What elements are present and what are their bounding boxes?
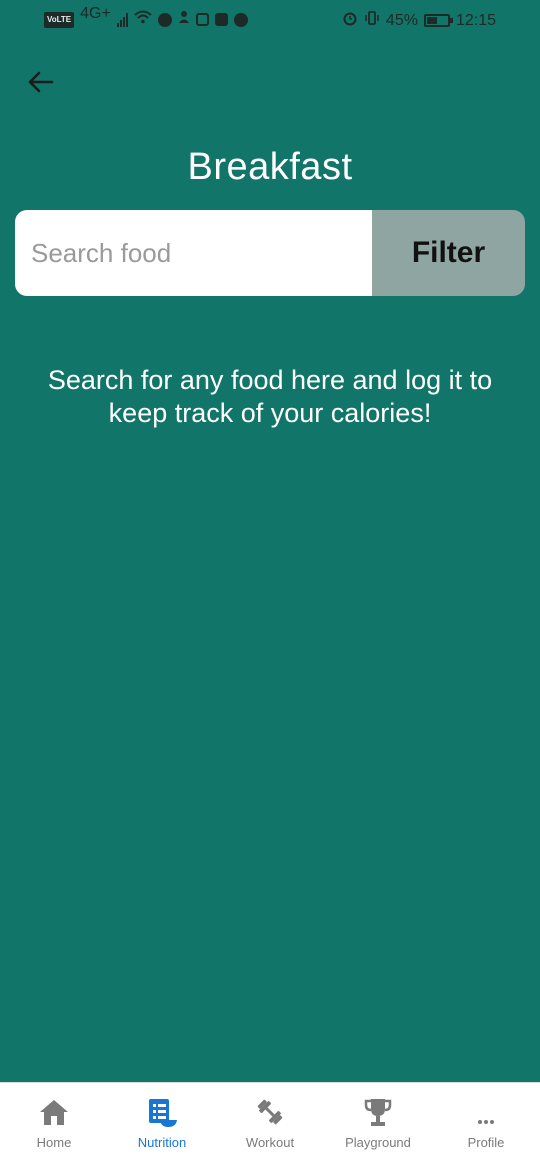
nav-item-home[interactable]: Home (0, 1083, 108, 1156)
nav-label-playground: Playground (345, 1135, 411, 1150)
volte-badge: VoLTE (44, 11, 75, 28)
nav-label-nutrition: Nutrition (137, 1135, 187, 1150)
nav-label-home: Home (36, 1135, 72, 1150)
instagram-icon (195, 13, 209, 26)
status-right: 45% 12:15 (342, 10, 496, 31)
nav-label-workout: Workout (245, 1135, 295, 1150)
nav-item-profile[interactable]: Profile (432, 1083, 540, 1156)
clock: 12:15 (455, 11, 496, 29)
status-left: VoLTE 4G+ (44, 5, 248, 29)
battery-icon (423, 14, 453, 27)
nutrition-icon (145, 1095, 179, 1129)
empty-state-hint: Search for any food here and log it to k… (47, 365, 493, 428)
linkedin-icon (214, 13, 228, 26)
more-icon (469, 1095, 503, 1129)
trophy-icon (361, 1095, 395, 1129)
back-button[interactable] (20, 62, 60, 102)
nav-item-nutrition[interactable]: Nutrition (108, 1083, 216, 1156)
vibrate-icon (364, 10, 380, 31)
network-type: 4G+ (80, 4, 111, 22)
page-title: Breakfast (187, 146, 353, 188)
signal-icon (116, 12, 128, 27)
dumbbell-icon (253, 1095, 287, 1129)
nav-item-workout[interactable]: Workout (216, 1083, 324, 1156)
search-food-input[interactable] (15, 210, 372, 296)
battery-percent: 45% (385, 11, 418, 29)
search-bar: Filter (15, 210, 525, 296)
nav-label-profile: Profile (467, 1135, 505, 1150)
wifi-icon (134, 10, 152, 29)
arrow-left-icon (28, 71, 54, 93)
home-icon (37, 1095, 71, 1129)
notification-icon (178, 10, 190, 29)
bottom-navigation: Home Nutrition Workout Playground Profil… (0, 1082, 540, 1156)
status-bar: VoLTE 4G+ 45% 12:15 (0, 0, 540, 40)
app-notification-icon (157, 12, 172, 27)
nav-item-playground[interactable]: Playground (324, 1083, 432, 1156)
filter-button[interactable]: Filter (372, 210, 525, 296)
alarm-icon (342, 10, 358, 31)
shield-icon (233, 12, 248, 27)
